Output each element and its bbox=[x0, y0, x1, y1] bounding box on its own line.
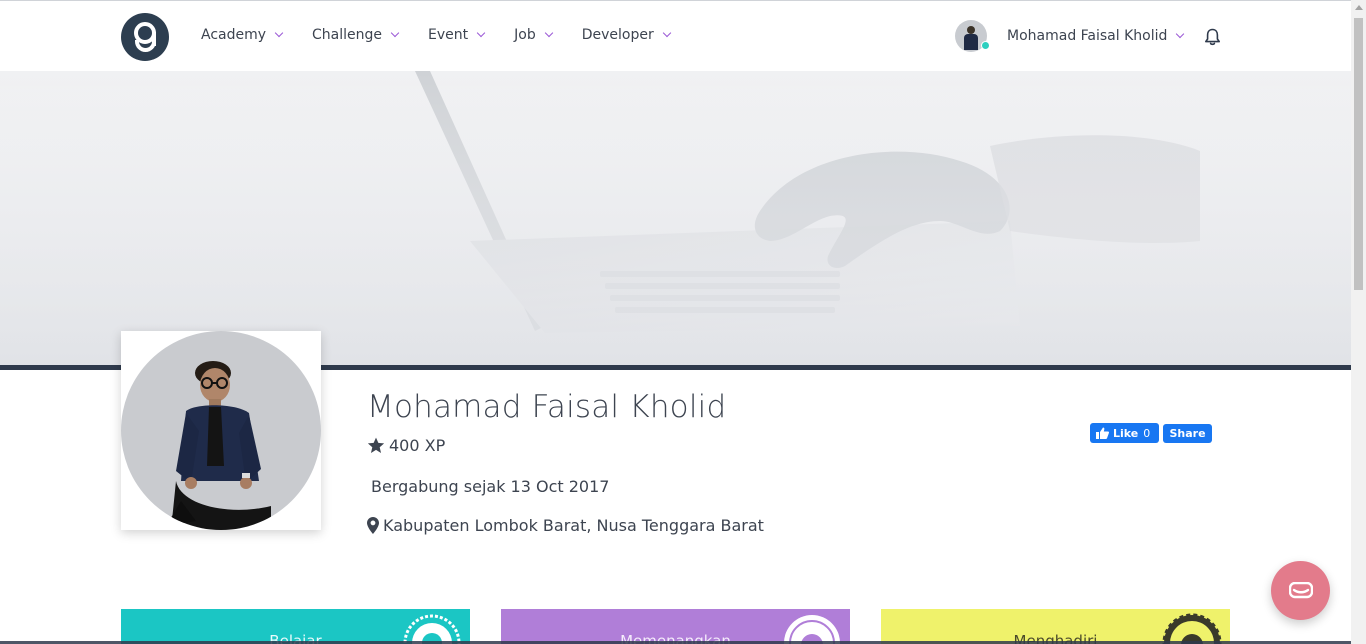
logo-glyph bbox=[132, 22, 158, 52]
vertical-scrollbar[interactable] bbox=[1351, 0, 1366, 644]
joined-date: Bergabung sejak 13 Oct 2017 bbox=[371, 477, 610, 496]
chevron-down-icon bbox=[390, 28, 400, 38]
chevron-down-icon bbox=[476, 28, 486, 38]
profile-photo bbox=[121, 331, 321, 530]
thumbs-up-icon bbox=[1096, 427, 1109, 439]
user-menu[interactable]: Mohamad Faisal Kholid bbox=[955, 20, 1185, 52]
menu-job[interactable]: Job bbox=[514, 27, 553, 43]
chat-icon bbox=[1288, 581, 1313, 598]
menu-developer-label: Developer bbox=[581, 27, 654, 43]
xp-row: 400 XP bbox=[367, 436, 445, 455]
profile-name: Mohamad Faisal Kholid bbox=[367, 389, 727, 425]
achievement-card-memenangkan[interactable]: Memenangkan bbox=[501, 609, 850, 644]
location-text: Kabupaten Lombok Barat, Nusa Tenggara Ba… bbox=[383, 516, 764, 535]
avatar[interactable] bbox=[955, 20, 990, 52]
top-navbar: Academy Challenge Event Job Developer Mo… bbox=[0, 0, 1351, 71]
facebook-share-button[interactable]: Share bbox=[1163, 424, 1212, 443]
menu-academy-label: Academy bbox=[201, 27, 267, 43]
main-menu: Academy Challenge Event Job Developer bbox=[201, 27, 700, 43]
dicoding-badge-icon bbox=[1162, 613, 1222, 644]
menu-event-label: Event bbox=[428, 27, 469, 43]
scrollbar-thumb[interactable] bbox=[1354, 18, 1363, 290]
dicoding-logo[interactable] bbox=[121, 13, 169, 61]
menu-challenge-label: Challenge bbox=[312, 27, 383, 43]
facebook-like-button[interactable]: Like 0 bbox=[1090, 423, 1159, 443]
menu-event[interactable]: Event bbox=[428, 27, 486, 43]
bell-icon[interactable] bbox=[1204, 28, 1221, 46]
dicoding-badge-icon bbox=[784, 615, 840, 644]
xp-value: 400 XP bbox=[389, 436, 446, 455]
scroll-up-arrow-icon[interactable] bbox=[1355, 5, 1363, 10]
like-count: 0 bbox=[1143, 426, 1151, 440]
chevron-down-icon bbox=[544, 28, 553, 38]
menu-developer[interactable]: Developer bbox=[581, 27, 671, 43]
location-row: Kabupaten Lombok Barat, Nusa Tenggara Ba… bbox=[367, 516, 764, 535]
star-icon bbox=[367, 437, 385, 453]
profile-photo-card bbox=[121, 331, 321, 530]
chevron-down-icon bbox=[662, 28, 671, 38]
achievement-card-belajar[interactable]: Belajar bbox=[121, 609, 470, 644]
dicoding-badge-icon bbox=[403, 614, 461, 644]
user-name[interactable]: Mohamad Faisal Kholid bbox=[1007, 28, 1167, 44]
map-marker-icon bbox=[367, 517, 379, 534]
profile-cover-image bbox=[0, 71, 1351, 365]
chat-button[interactable] bbox=[1271, 561, 1330, 620]
online-status-dot bbox=[981, 41, 990, 50]
share-label: Share bbox=[1169, 427, 1206, 440]
chevron-down-icon bbox=[274, 28, 284, 38]
menu-job-label: Job bbox=[514, 27, 536, 43]
like-label: Like bbox=[1113, 426, 1139, 440]
chevron-down-icon[interactable] bbox=[1176, 29, 1185, 39]
menu-academy[interactable]: Academy bbox=[201, 27, 284, 43]
achievement-card-menghadiri[interactable]: Menghadiri bbox=[881, 609, 1230, 644]
menu-challenge[interactable]: Challenge bbox=[312, 27, 400, 43]
